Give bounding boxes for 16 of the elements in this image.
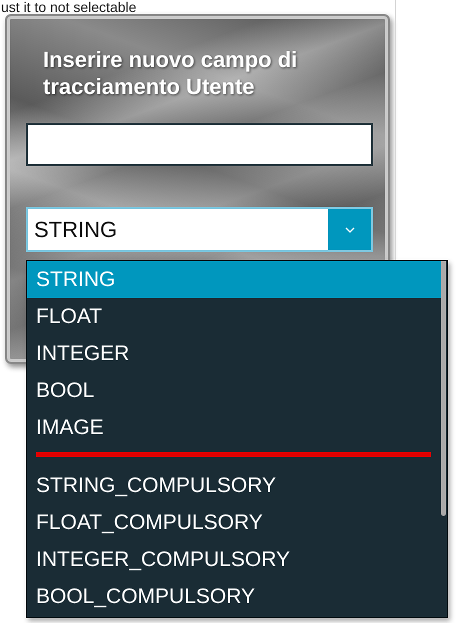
dropdown-button[interactable] <box>328 209 371 250</box>
input-field[interactable] <box>26 123 373 166</box>
chevron-icon <box>344 226 354 232</box>
dropdown-option[interactable]: INTEGER <box>27 335 441 372</box>
dropdown-option[interactable]: STRING_COMPULSORY <box>27 467 441 504</box>
dropdown-option[interactable]: FLOAT_COMPULSORY <box>27 504 441 541</box>
type-dropdown[interactable]: STRING <box>26 207 373 252</box>
background-text: ust it to not selectable <box>1 0 138 14</box>
dropdown-value: STRING <box>33 216 118 244</box>
scrollbar-thumb[interactable] <box>441 261 446 516</box>
dropdown-option[interactable]: INTEGER_COMPULSORY <box>27 541 441 578</box>
dropdown-option[interactable]: FLOAT <box>27 298 441 335</box>
dropdown-option[interactable]: BOOL_COMPULSORY <box>27 578 441 615</box>
dialog-title: Inserire nuovo campo di tracciamento Utente <box>42 46 298 100</box>
dropdown-option[interactable]: IMAGE <box>27 409 441 446</box>
dropdown-option[interactable]: BOOL <box>27 372 441 409</box>
